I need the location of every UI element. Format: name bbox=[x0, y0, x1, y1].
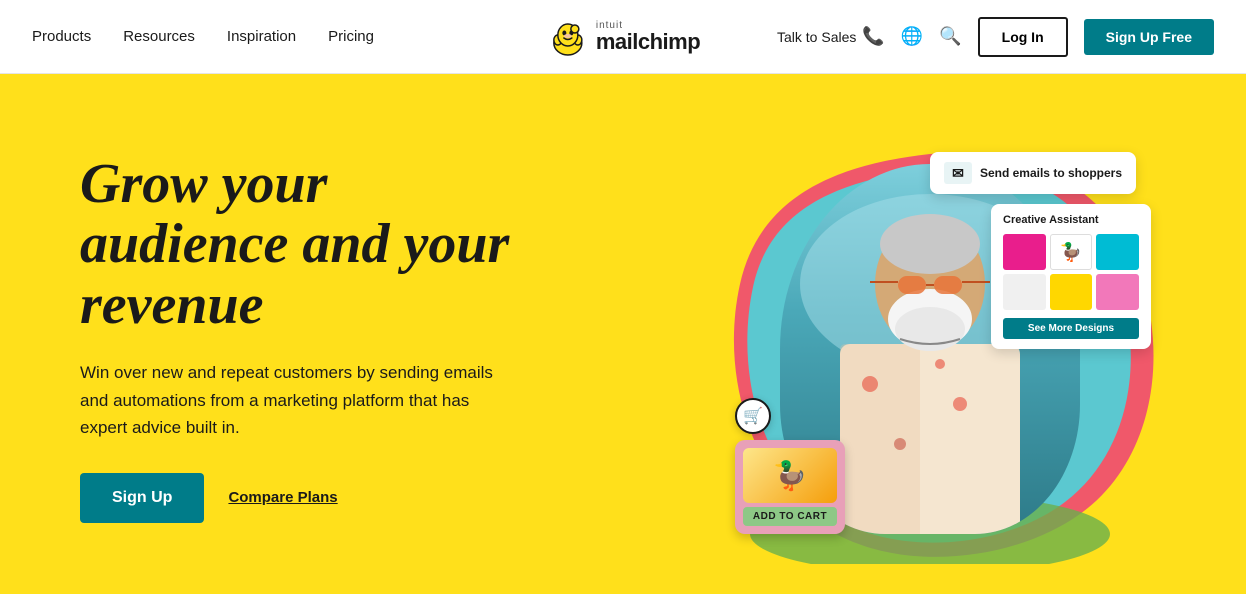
hero-actions: Sign Up Compare Plans bbox=[80, 473, 640, 523]
talk-to-sales[interactable]: Talk to Sales 📞 bbox=[777, 26, 885, 47]
logo-icon bbox=[546, 15, 590, 59]
creative-designs-grid: 🦆 bbox=[1003, 234, 1139, 310]
signup-button[interactable]: Sign Up Free bbox=[1084, 19, 1214, 55]
card-email-shoppers: ✉ Send emails to shoppers bbox=[930, 152, 1136, 194]
creative-assistant-title: Creative Assistant bbox=[1003, 214, 1139, 226]
nav-resources[interactable]: Resources bbox=[123, 28, 195, 45]
design-cell-4 bbox=[1003, 274, 1046, 310]
globe-icon[interactable]: 🌐 bbox=[901, 26, 923, 47]
search-icon[interactable]: 🔍 bbox=[939, 26, 961, 47]
logo-text: intuit mailchimp bbox=[596, 21, 700, 53]
talk-to-sales-label: Talk to Sales bbox=[777, 29, 856, 45]
design-cell-3 bbox=[1096, 234, 1139, 270]
logo[interactable]: intuit mailchimp bbox=[546, 15, 700, 59]
hero-heading: Grow your audience and your revenue bbox=[80, 154, 640, 335]
hero-left: Grow your audience and your revenue Win … bbox=[80, 134, 640, 523]
product-image: 🦆 bbox=[743, 448, 837, 503]
hero-signup-button[interactable]: Sign Up bbox=[80, 473, 204, 523]
cart-icon-circle: 🛒 bbox=[735, 398, 771, 434]
add-to-cart-label: ADD TO CART bbox=[743, 507, 837, 526]
hero-illustration: ✉ Send emails to shoppers Creative Assis… bbox=[680, 134, 1166, 594]
email-icon: ✉ bbox=[944, 162, 972, 184]
see-more-designs-button[interactable]: See More Designs bbox=[1003, 318, 1139, 339]
design-cell-6 bbox=[1096, 274, 1139, 310]
card-email-label: Send emails to shoppers bbox=[980, 166, 1122, 180]
nav-left: Products Resources Inspiration Pricing bbox=[32, 28, 374, 45]
nav-right: Talk to Sales 📞 🌐 🔍 Log In Sign Up Free bbox=[777, 17, 1214, 57]
design-cell-5 bbox=[1050, 274, 1093, 310]
nav-products[interactable]: Products bbox=[32, 28, 91, 45]
logo-mailchimp-label: mailchimp bbox=[596, 31, 700, 53]
design-cell-2: 🦆 bbox=[1050, 234, 1093, 270]
product-card: 🦆 ADD TO CART bbox=[735, 440, 845, 534]
nav-inspiration[interactable]: Inspiration bbox=[227, 28, 296, 45]
hero-subtext: Win over new and repeat customers by sen… bbox=[80, 359, 510, 441]
card-creative-assistant: Creative Assistant 🦆 See More Designs bbox=[991, 204, 1151, 349]
navbar: Products Resources Inspiration Pricing i… bbox=[0, 0, 1246, 74]
login-button[interactable]: Log In bbox=[978, 17, 1068, 57]
design-cell-1 bbox=[1003, 234, 1046, 270]
nav-pricing[interactable]: Pricing bbox=[328, 28, 374, 45]
compare-plans-link[interactable]: Compare Plans bbox=[228, 489, 337, 506]
hero-section: Grow your audience and your revenue Win … bbox=[0, 74, 1246, 594]
cart-icon: 🛒 bbox=[743, 406, 763, 426]
phone-icon: 📞 bbox=[862, 26, 884, 47]
